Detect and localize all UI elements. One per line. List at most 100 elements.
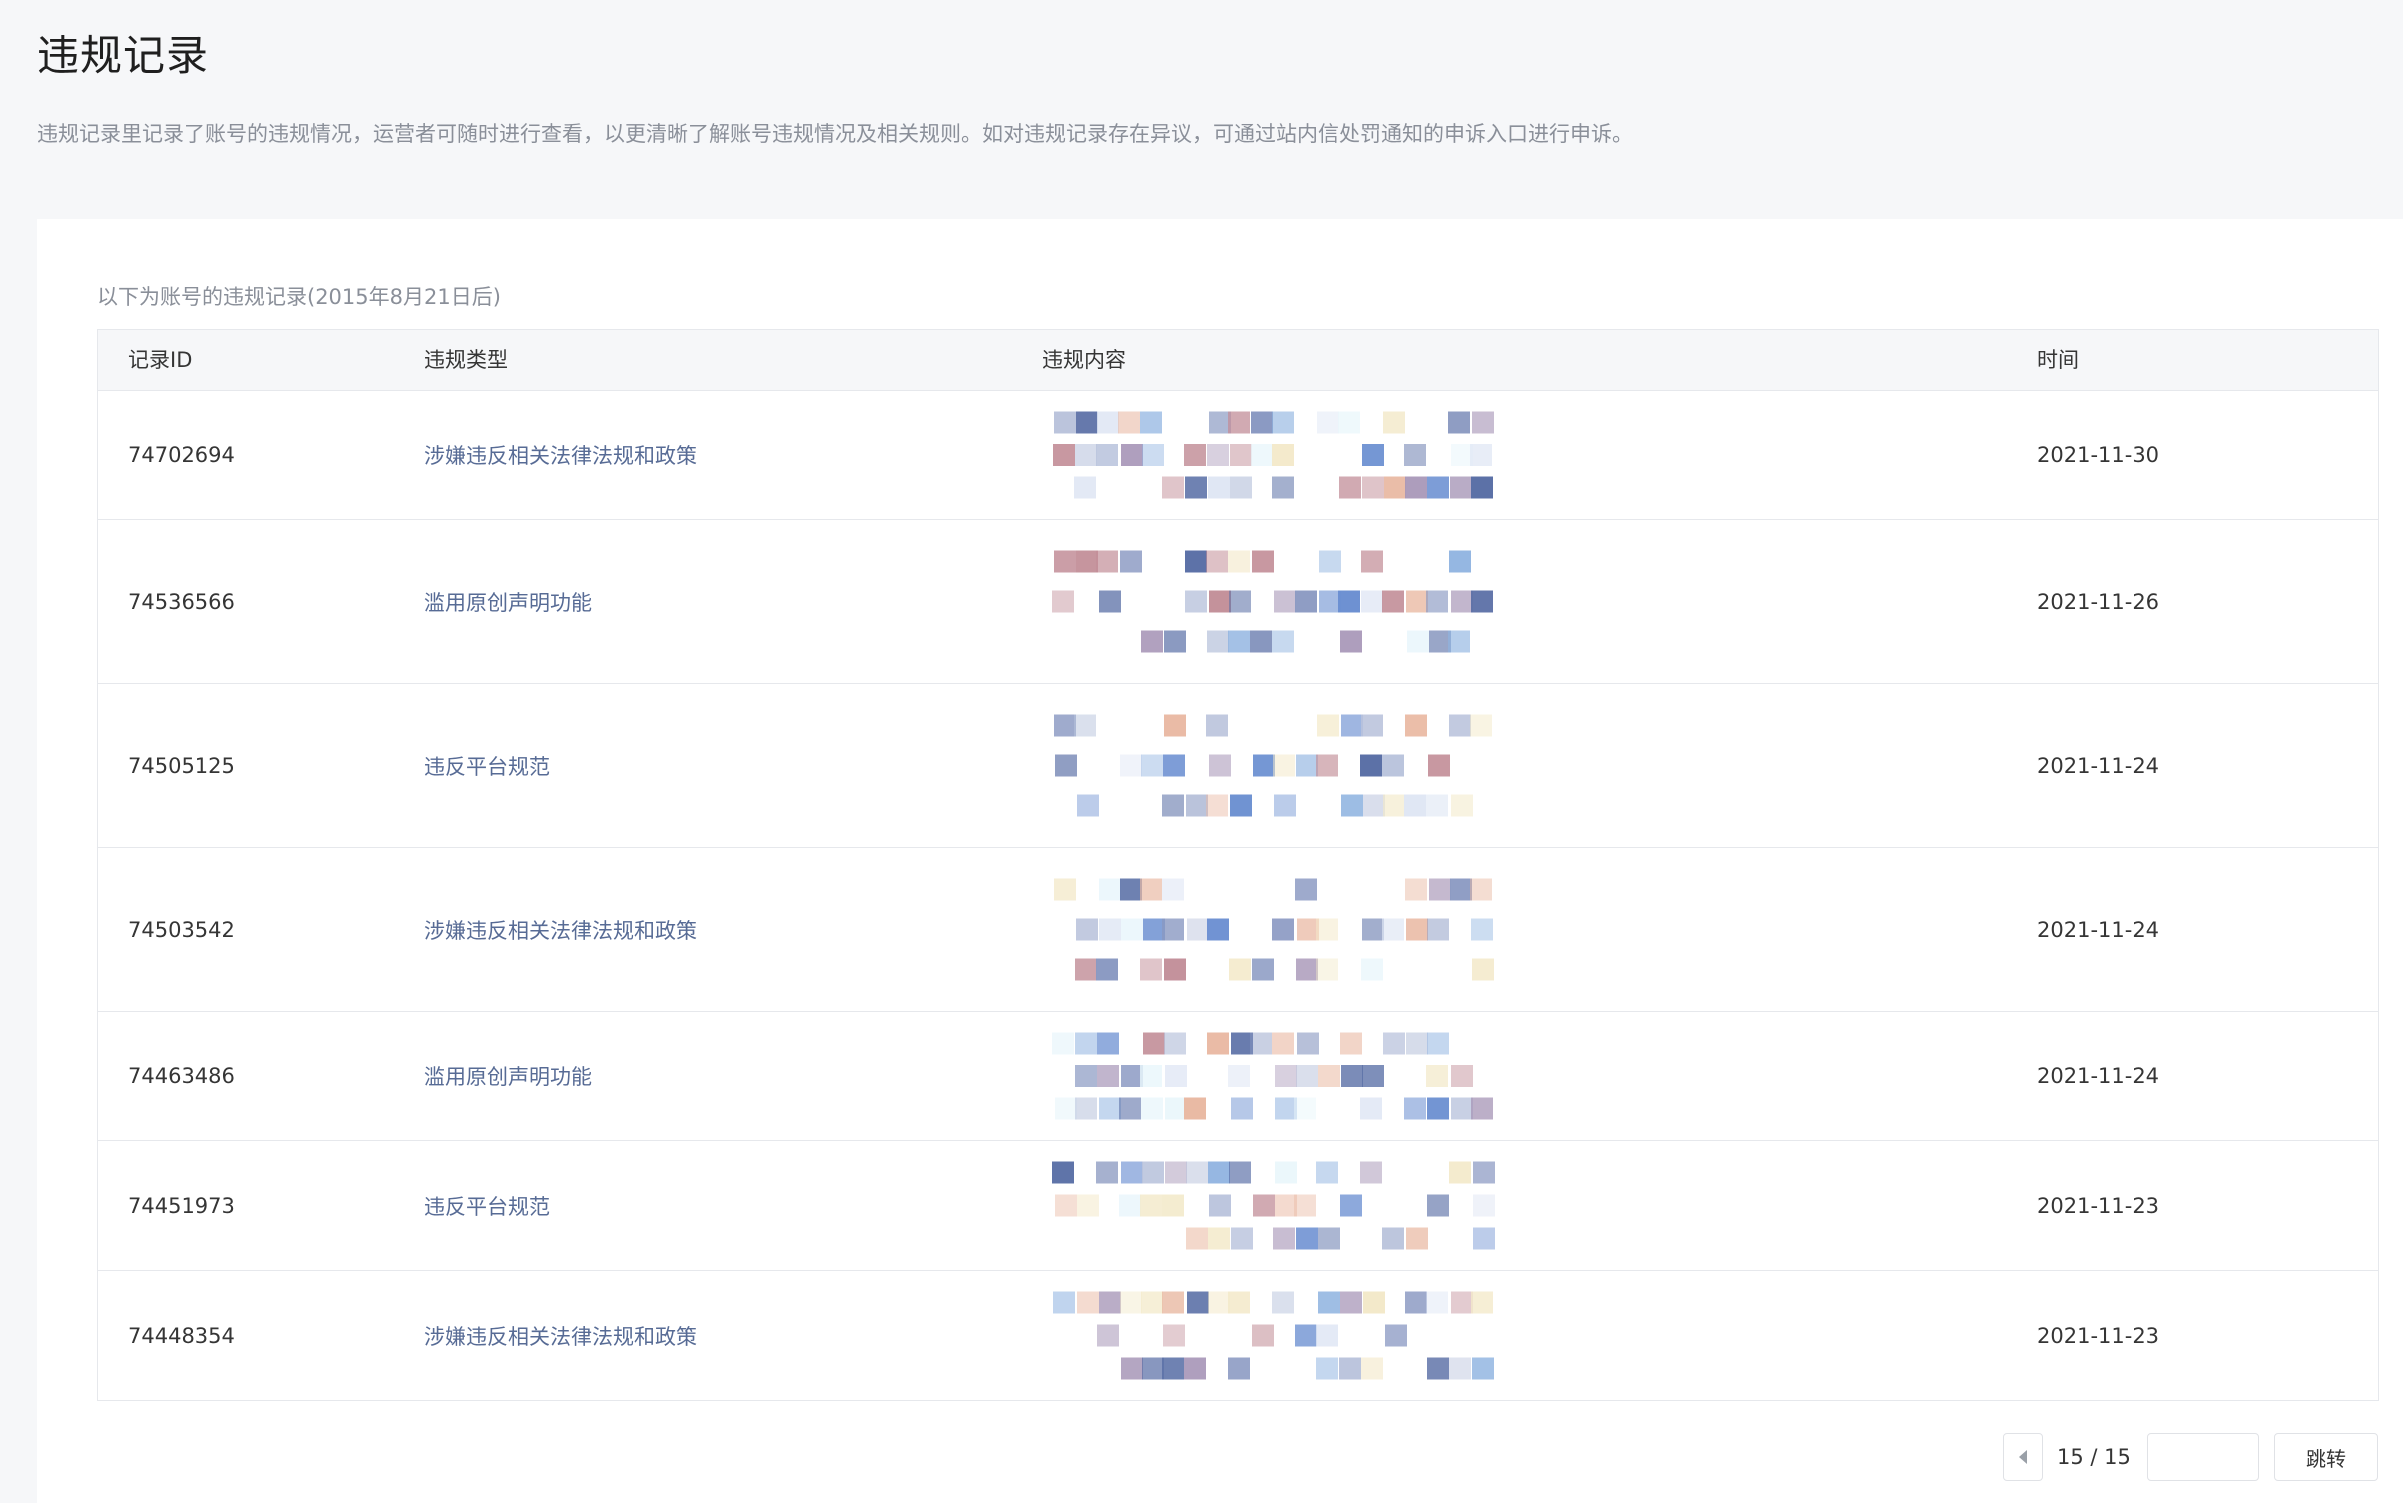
mosaic-block xyxy=(1120,754,1142,777)
mosaic-block xyxy=(1361,590,1383,613)
column-header-id: 记录ID xyxy=(128,348,193,372)
mosaic-block xyxy=(1077,794,1099,817)
mosaic-block xyxy=(1208,1291,1230,1314)
record-id: 74503542 xyxy=(128,917,235,942)
mosaic-block xyxy=(1096,1161,1118,1184)
mosaic-block xyxy=(1383,1032,1405,1055)
mosaic-block xyxy=(1209,1194,1231,1217)
mosaic-block xyxy=(1054,714,1076,737)
mosaic-block xyxy=(1427,1357,1449,1380)
mosaic-block xyxy=(1470,444,1492,466)
violation-content-mosaic xyxy=(1042,684,1522,847)
mosaic-block xyxy=(1187,918,1209,941)
violation-type-link[interactable]: 违反平台规范 xyxy=(424,751,550,781)
mosaic-block xyxy=(1341,794,1363,817)
mosaic-image xyxy=(1052,550,1493,653)
mosaic-block xyxy=(1052,1032,1074,1055)
records-subtitle: 以下为账号的违规记录(2015年8月21日后) xyxy=(97,285,501,309)
mosaic-block xyxy=(1076,918,1098,941)
record-time: 2021-11-23 xyxy=(2037,1193,2160,1218)
violation-type-link[interactable]: 涉嫌违反相关法律法规和政策 xyxy=(424,1321,697,1351)
mosaic-block xyxy=(1471,1097,1493,1120)
mosaic-block xyxy=(1228,1065,1250,1087)
mosaic-block xyxy=(1426,1065,1448,1087)
mosaic-block xyxy=(1164,714,1186,737)
mosaic-block xyxy=(1143,918,1165,941)
mosaic-block xyxy=(1316,918,1338,941)
violation-content-mosaic xyxy=(1042,1141,1522,1270)
mosaic-block xyxy=(1099,1097,1121,1120)
mosaic-block xyxy=(1360,1097,1382,1120)
mosaic-block xyxy=(1406,1227,1428,1250)
mosaic-block xyxy=(1209,754,1231,777)
mosaic-block xyxy=(1165,1065,1187,1087)
mosaic-block xyxy=(1187,1291,1209,1314)
prev-page-button[interactable] xyxy=(2003,1433,2043,1481)
mosaic-block xyxy=(1451,590,1473,613)
mosaic-block xyxy=(1165,1161,1187,1184)
mosaic-block xyxy=(1448,411,1470,434)
mosaic-block xyxy=(1162,794,1184,817)
mosaic-block xyxy=(1184,444,1206,466)
mosaic-block xyxy=(1405,714,1427,737)
table-row: 74503542 涉嫌违反相关法律法规和政策 2021-11-24 xyxy=(98,848,2378,1012)
mosaic-block xyxy=(1341,714,1363,737)
mosaic-block xyxy=(1472,958,1494,981)
mosaic-block xyxy=(1318,1065,1340,1087)
mosaic-block xyxy=(1206,794,1228,817)
mosaic-block xyxy=(1252,550,1274,573)
mosaic-block xyxy=(1228,1291,1250,1314)
page-description: 违规记录里记录了账号的违规情况，运营者可随时进行查看，以更清晰了解账号违规情况及… xyxy=(37,122,1633,146)
mosaic-block xyxy=(1250,630,1272,653)
violation-type-link[interactable]: 滥用原创声明功能 xyxy=(424,1061,592,1091)
mosaic-block xyxy=(1470,714,1492,737)
mosaic-block xyxy=(1451,444,1473,466)
mosaic-block xyxy=(1121,444,1143,466)
mosaic-block xyxy=(1141,1291,1163,1314)
mosaic-block xyxy=(1231,1032,1253,1055)
page-indicator: 15 / 15 xyxy=(2057,1445,2131,1469)
jump-button[interactable]: 跳转 xyxy=(2274,1433,2378,1481)
mosaic-block xyxy=(1385,1324,1407,1347)
mosaic-block xyxy=(1097,1032,1119,1055)
mosaic-block xyxy=(1077,1291,1099,1314)
mosaic-block xyxy=(1186,1161,1208,1184)
mosaic-block xyxy=(1338,590,1360,613)
record-time: 2021-11-26 xyxy=(2037,589,2160,614)
mosaic-block xyxy=(1120,1291,1142,1314)
mosaic-block xyxy=(1075,444,1097,466)
mosaic-block xyxy=(1362,476,1384,499)
mosaic-image xyxy=(1052,1161,1495,1250)
mosaic-block xyxy=(1076,411,1098,434)
mosaic-block xyxy=(1075,1097,1097,1120)
mosaic-block xyxy=(1470,878,1492,901)
mosaic-block xyxy=(1295,590,1317,613)
mosaic-block xyxy=(1208,1227,1230,1250)
mosaic-block xyxy=(1407,630,1429,653)
mosaic-block xyxy=(1382,1227,1404,1250)
mosaic-block xyxy=(1473,1194,1495,1217)
mosaic-block xyxy=(1228,411,1250,434)
mosaic-block xyxy=(1449,714,1471,737)
mosaic-block xyxy=(1429,630,1451,653)
mosaic-block xyxy=(1318,1291,1340,1314)
mosaic-block xyxy=(1052,590,1074,613)
violation-type-link[interactable]: 滥用原创声明功能 xyxy=(424,587,592,617)
mosaic-block xyxy=(1316,958,1338,981)
mosaic-block xyxy=(1229,958,1251,981)
mosaic-block xyxy=(1186,794,1208,817)
mosaic-block xyxy=(1406,590,1428,613)
mosaic-block xyxy=(1076,550,1098,573)
mosaic-block xyxy=(1162,476,1184,499)
mosaic-block xyxy=(1340,630,1362,653)
mosaic-block xyxy=(1428,754,1450,777)
mosaic-block xyxy=(1341,1065,1363,1087)
mosaic-block xyxy=(1208,476,1230,499)
violation-type-link[interactable]: 违反平台规范 xyxy=(424,1191,550,1221)
mosaic-block xyxy=(1297,918,1319,941)
mosaic-block xyxy=(1184,1097,1206,1120)
violation-type-link[interactable]: 涉嫌违反相关法律法规和政策 xyxy=(424,915,697,945)
violation-type-link[interactable]: 涉嫌违反相关法律法规和政策 xyxy=(424,440,697,470)
mosaic-block xyxy=(1228,1357,1250,1380)
page-number-input[interactable] xyxy=(2147,1433,2259,1481)
